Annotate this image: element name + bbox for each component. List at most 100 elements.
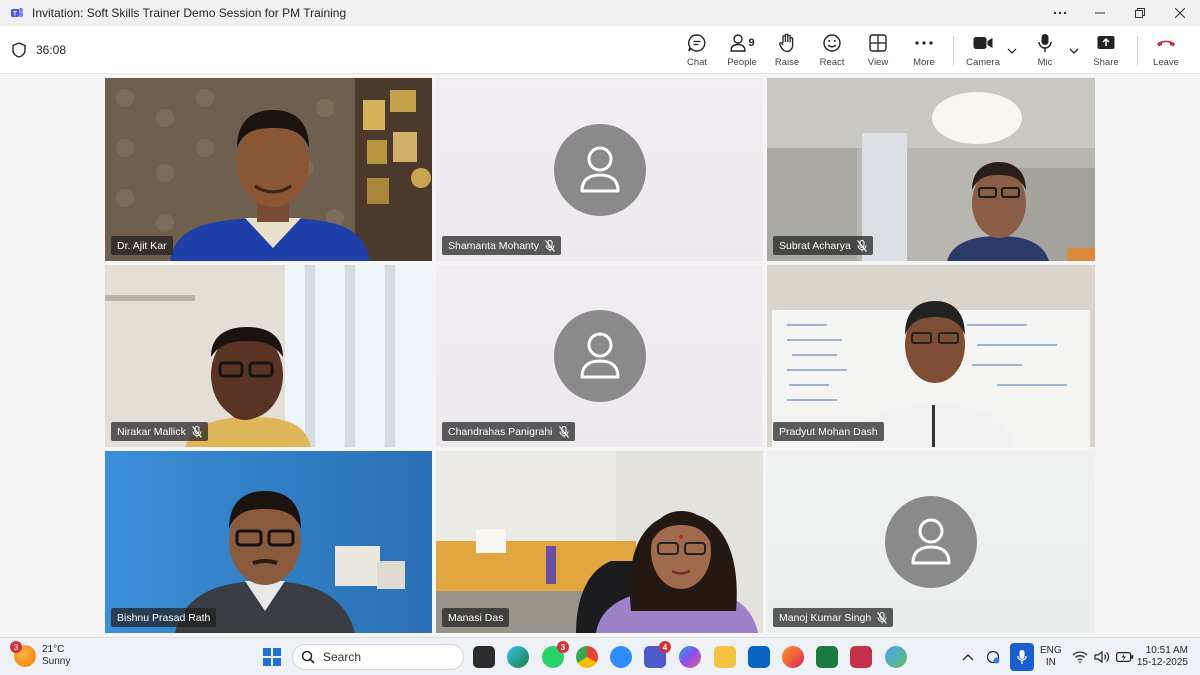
chevron-down-icon [1007,48,1017,54]
mic-off-icon [191,425,202,438]
hand-icon [779,33,794,53]
teams-icon[interactable]: 4 [644,641,671,668]
copilot-icon[interactable] [679,646,701,668]
wifi-icon [1072,651,1088,663]
participant-tile[interactable]: Dr. Ajit Kar [105,78,432,261]
participant-name-tag: Pradyut Mohan Dash [773,422,884,441]
react-label: React [819,57,845,68]
view-button[interactable]: View [856,32,900,70]
share-button[interactable]: Share [1084,32,1128,70]
weather-badge: 3 [10,641,22,653]
clock-date: 15-12-2025 [1136,657,1188,668]
windows-logo-icon [263,648,271,656]
weather-widget[interactable]: 3 21°C Sunny [10,641,71,668]
firefox-icon[interactable] [782,646,804,668]
meeting-timer: 36:08 [12,42,66,58]
participant-name-tag: Nirakar Mallick [111,422,208,441]
powerpoint-icon[interactable] [850,646,872,668]
svg-text:T: T [13,12,17,18]
shield-icon [12,42,26,58]
more-icon [915,41,933,45]
participant-video [767,265,1095,447]
chrome-icon[interactable] [576,646,598,668]
chat-button[interactable]: Chat [675,32,719,70]
hang-up-icon [1157,40,1175,47]
more-options-button[interactable] [1040,0,1080,26]
system-tray [962,638,1034,675]
participant-name: Dr. Ajit Kar [117,239,167,252]
task-view-icon[interactable] [473,646,495,668]
toolbar-divider [953,36,954,66]
participant-tile[interactable]: Subrat Acharya [767,78,1095,261]
raise-hand-button[interactable]: Raise [765,32,809,70]
zoom-icon[interactable] [610,646,632,668]
person-icon [580,332,619,379]
language-indicator[interactable]: ENG IN [1040,645,1062,669]
start-button[interactable] [263,648,281,666]
taskbar-search[interactable]: Search [292,644,464,670]
windows-taskbar: 3 21°C Sunny Search 3 4 ENG IN 10:51 AM … [0,637,1200,675]
microphone-icon [1038,34,1052,52]
mic-button[interactable]: Mic [1023,32,1067,70]
participant-video [105,451,432,633]
language-line2: IN [1045,657,1056,668]
share-label: Share [1093,57,1119,68]
excel-icon[interactable] [816,646,838,668]
participant-name-tag: Shamanta Mohanty [442,236,562,255]
language-line1: ENG [1040,645,1062,656]
chat-label: Chat [686,57,708,68]
avatar [885,496,977,588]
quick-settings[interactable] [1072,638,1134,675]
people-button[interactable]: 9 People [720,32,764,70]
camera-options-chevron[interactable] [1005,44,1019,58]
react-button[interactable]: React [810,32,854,70]
participant-tile[interactable]: Bishnu Prasad Rath [105,451,432,633]
person-icon [911,518,951,565]
more-label: More [913,57,935,68]
whatsapp-icon[interactable]: 3 [542,641,569,668]
battery-icon [1116,652,1134,663]
mic-off-icon [856,239,867,252]
close-button[interactable] [1160,0,1200,26]
taskbar-mic-button[interactable] [1010,643,1034,671]
participant-name-tag: Manasi Das [442,608,510,627]
chevron-up-icon[interactable] [962,653,974,661]
grid-view-icon [869,34,887,52]
mic-options-chevron[interactable] [1067,44,1081,58]
timer-text: 36:08 [36,43,67,57]
person-icon [580,146,619,192]
meeting-toolbar: 36:08 Chat 9 People Raise React View Mor… [0,26,1200,74]
mic-off-icon [545,239,555,252]
restore-icon [1135,8,1145,18]
chat-icon [688,34,706,52]
participant-tile[interactable]: Shamanta Mohanty [436,78,763,261]
participant-name: Nirakar Mallick [117,425,186,438]
more-button[interactable]: More [902,32,946,70]
leave-button[interactable]: Leave [1144,32,1188,70]
camera-button[interactable]: Camera [961,32,1005,70]
minimize-button[interactable] [1080,0,1120,26]
outlook-icon[interactable] [748,646,770,668]
app-icon[interactable] [885,646,907,668]
participant-tile[interactable]: Pradyut Mohan Dash [767,265,1095,447]
participant-name-tag: Manoj Kumar Singh [773,608,894,627]
participant-tile[interactable]: Nirakar Mallick [105,265,432,447]
network-status-icon[interactable] [986,650,1000,664]
sun-icon: 3 [10,641,36,667]
file-explorer-icon[interactable] [714,646,736,668]
participant-tile[interactable]: Chandrahas Panigrahi [436,265,763,447]
participant-name: Manasi Das [448,611,504,624]
participant-name-tag: Dr. Ajit Kar [111,236,173,255]
teams-icon: T [11,8,23,18]
system-clock[interactable]: 10:51 AM 15-12-2025 [1134,645,1188,669]
ellipsis-icon [1053,11,1067,15]
participant-name-tag: Chandrahas Panigrahi [442,422,575,441]
participant-video [767,78,1095,261]
weather-desc: Sunny [42,656,71,667]
restore-button[interactable] [1120,0,1160,26]
participant-tile[interactable]: Manoj Kumar Singh [767,451,1095,633]
edge-icon[interactable] [507,646,529,668]
participant-video [436,451,763,633]
participant-tile[interactable]: Manasi Das [436,451,763,633]
avatar [553,310,646,402]
